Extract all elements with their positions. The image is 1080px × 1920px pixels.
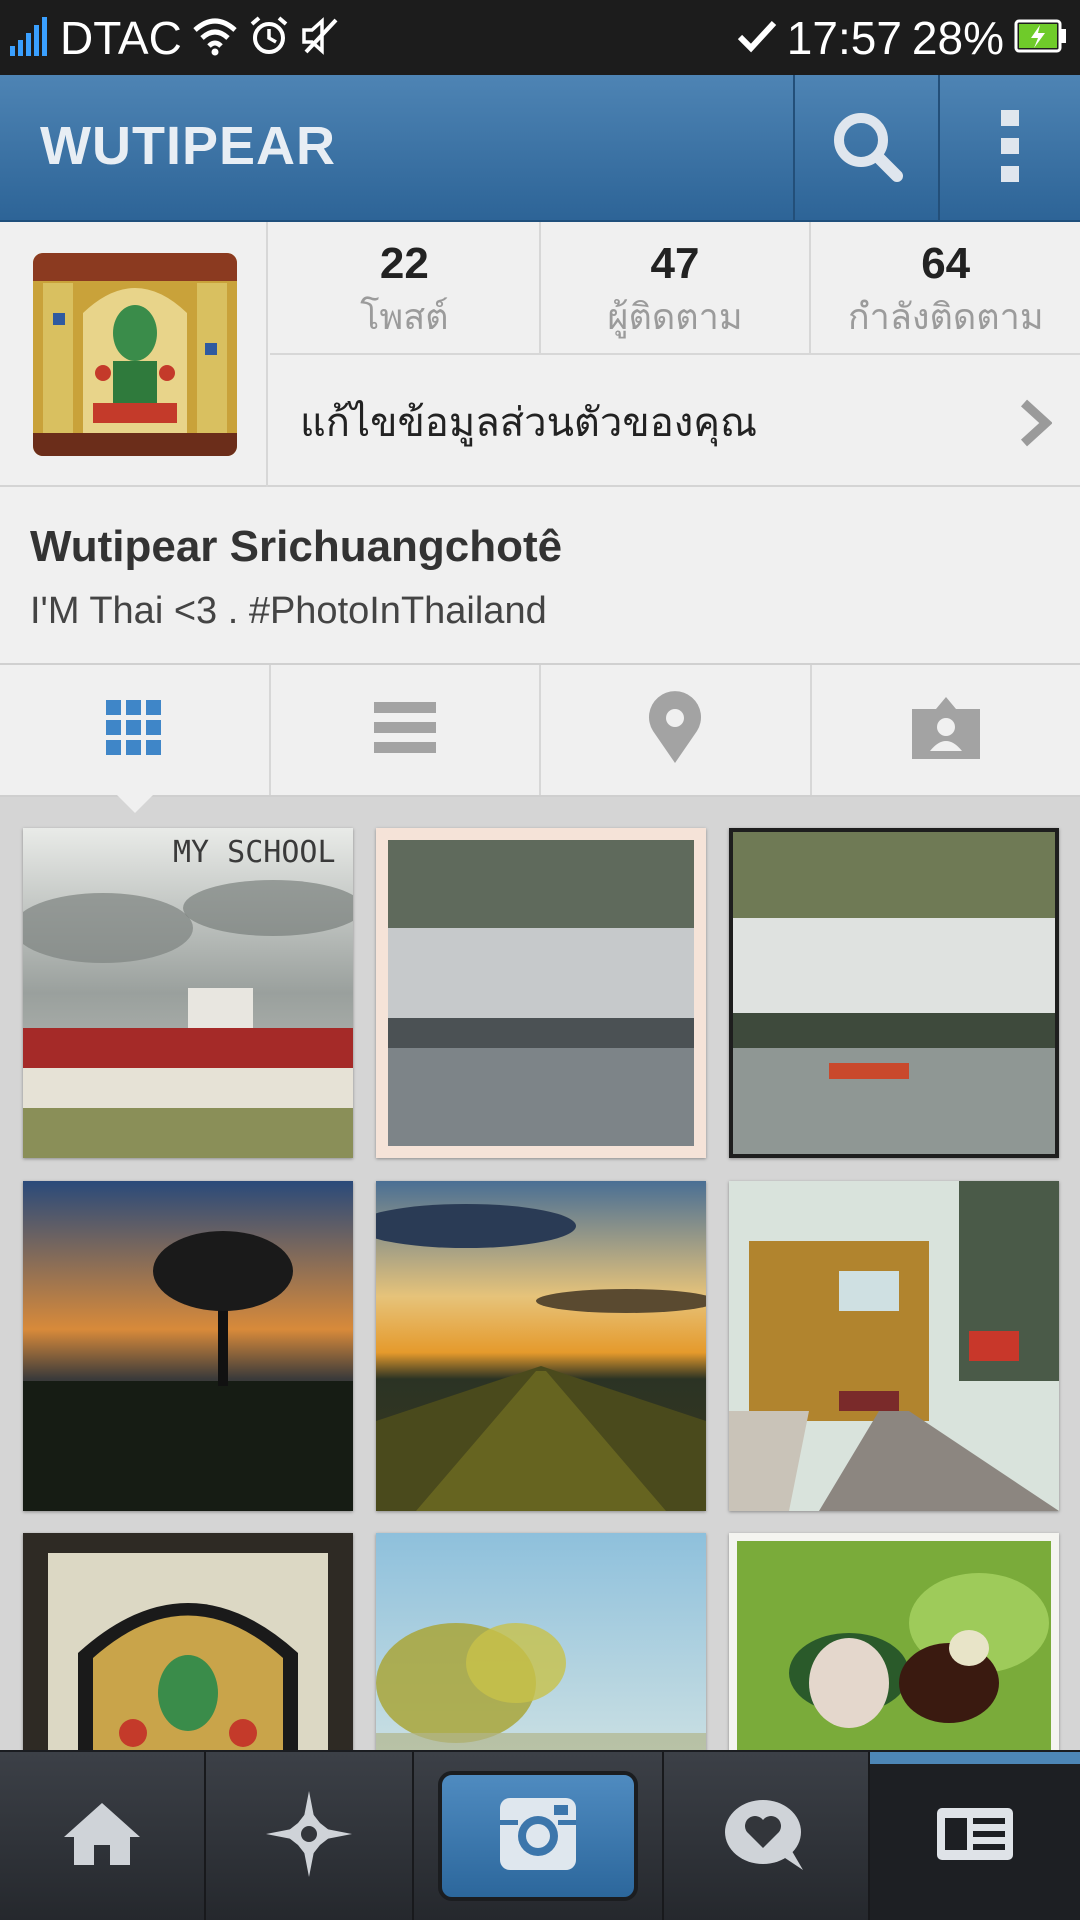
following-count: 64 [921, 239, 971, 288]
location-pin-icon [645, 691, 705, 769]
camera-button[interactable] [438, 1771, 638, 1901]
photo-thumbnail[interactable] [376, 1181, 706, 1511]
followers-count: 47 [650, 239, 700, 288]
photo-caption-overlay: MY SCHOOL [173, 835, 336, 870]
photo-grid: MY SCHOOL [0, 797, 1080, 1750]
sync-check-icon [737, 19, 777, 57]
profile-view-tabs [0, 665, 1080, 797]
photo-thumbnail[interactable] [729, 1533, 1059, 1750]
photo-thumbnail[interactable] [376, 828, 706, 1158]
avatar[interactable] [33, 253, 237, 456]
search-button[interactable] [793, 75, 938, 220]
photo-thumbnail[interactable] [23, 1181, 353, 1511]
alarm-icon [248, 15, 290, 61]
username-title: WUTIPEAR [40, 116, 336, 176]
signal-icon [10, 16, 50, 60]
grid-icon [104, 698, 164, 762]
nav-profile[interactable] [870, 1752, 1080, 1920]
stat-posts[interactable]: 22 โพสต์ [270, 222, 541, 353]
home-icon [62, 1801, 142, 1871]
stat-following[interactable]: 64 กำลังติดตาม [811, 222, 1080, 353]
photos-of-you-tab[interactable] [812, 665, 1080, 795]
wifi-icon [192, 16, 238, 60]
photo-thumbnail[interactable] [23, 1533, 353, 1750]
battery-charging-icon [1014, 18, 1068, 58]
list-view-tab[interactable] [271, 665, 541, 795]
grid-view-tab[interactable] [0, 665, 271, 795]
search-icon [827, 106, 907, 190]
photo-thumbnail[interactable]: MY SCHOOL [23, 828, 353, 1158]
chevron-right-icon [1018, 399, 1053, 451]
profile-card-icon [935, 1806, 1015, 1866]
silent-mode-icon [300, 16, 340, 60]
action-bar: WUTIPEAR [0, 75, 1080, 222]
activity-heart-icon [723, 1796, 809, 1876]
bottom-navigation [0, 1750, 1080, 1920]
battery-percent: 28% [911, 11, 1004, 64]
stat-followers[interactable]: 47 ผู้ติดตาม [541, 222, 812, 353]
photo-thumbnail[interactable] [376, 1533, 706, 1750]
overflow-menu-button[interactable] [938, 75, 1080, 220]
photo-thumbnail[interactable] [729, 828, 1059, 1158]
active-tab-bar [870, 1752, 1080, 1764]
photo-map-tab[interactable] [541, 665, 812, 795]
profile-header: 22 โพสต์ 47 ผู้ติดตาม 64 กำลังติดตาม แก้… [0, 222, 1080, 487]
profile-stats: 22 โพสต์ 47 ผู้ติดตาม 64 กำลังติดตาม [270, 222, 1080, 355]
bio-text: I'M Thai <3 . #PhotoInThailand [30, 590, 547, 632]
edit-profile-label: แก้ไขข้อมูลส่วนตัวของคุณ [300, 400, 758, 446]
camera-icon [498, 1796, 578, 1876]
nav-camera[interactable] [414, 1752, 664, 1920]
edit-profile-button[interactable]: แก้ไขข้อมูลส่วนตัวของคุณ [270, 357, 1080, 487]
full-name: Wutipear Srichuangchotê [30, 522, 563, 571]
overflow-menu-icon [998, 108, 1022, 188]
list-icon [372, 700, 438, 760]
following-label: กำลังติดตาม [847, 297, 1044, 338]
nav-home[interactable] [0, 1752, 206, 1920]
nav-news[interactable] [664, 1752, 870, 1920]
followers-label: ผู้ติดตาม [607, 297, 743, 338]
explore-star-icon [264, 1789, 354, 1883]
photo-thumbnail[interactable] [729, 1181, 1059, 1511]
posts-label: โพสต์ [360, 297, 449, 338]
person-tag-icon [910, 695, 982, 765]
posts-count: 22 [379, 239, 429, 288]
avatar-cell [0, 222, 268, 487]
status-bar: DTAC 17:57 28% [0, 0, 1080, 75]
bio-section: Wutipear Srichuangchotê I'M Thai <3 . #P… [0, 487, 1080, 665]
clock: 17:57 [786, 11, 902, 64]
carrier-name: DTAC [60, 11, 182, 64]
nav-explore[interactable] [206, 1752, 414, 1920]
